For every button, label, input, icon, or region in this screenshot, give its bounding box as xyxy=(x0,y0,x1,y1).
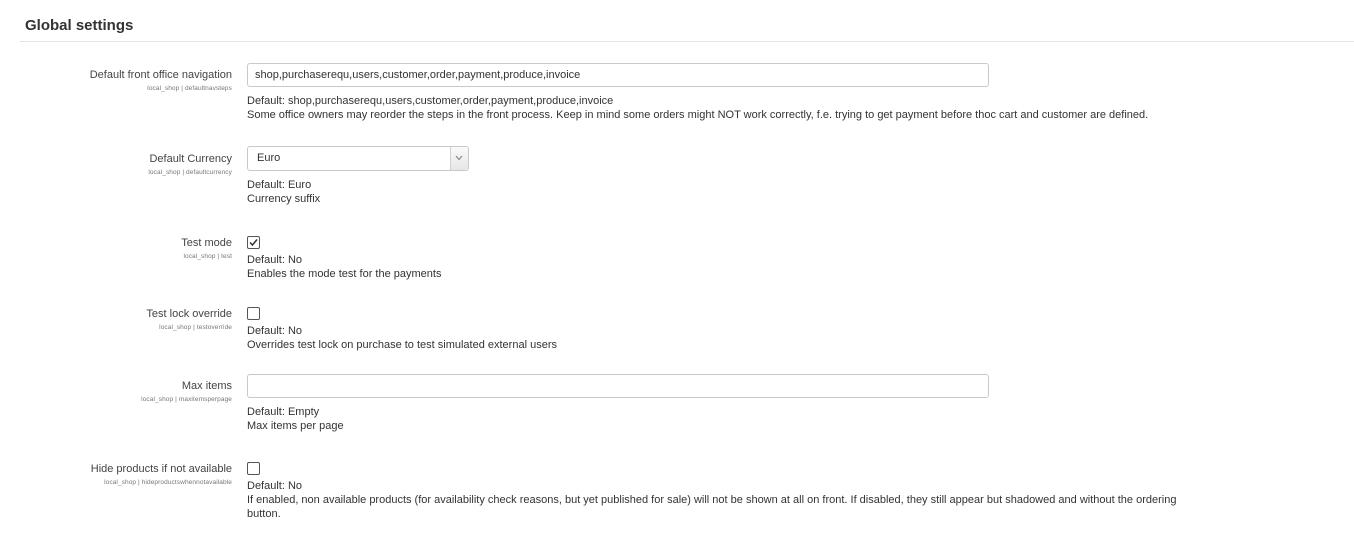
chevron-down-icon[interactable] xyxy=(450,147,468,170)
test-mode-checkbox[interactable] xyxy=(247,236,260,249)
setting-label: Test mode xyxy=(181,237,232,249)
setting-description: Enables the mode test for the payments xyxy=(247,268,442,280)
checkmark-icon xyxy=(249,239,258,247)
setting-key: local_shop | maxitemsperpage xyxy=(141,396,232,403)
setting-default: Default: shop,purchaserequ,users,custome… xyxy=(247,95,614,107)
setting-default: Default: No xyxy=(247,480,303,492)
setting-description: Overrides test lock on purchase to test … xyxy=(247,339,557,351)
section-title: Global settings xyxy=(25,17,134,34)
setting-label: Test lock override xyxy=(146,308,232,320)
setting-label: Default front office navigation xyxy=(89,69,232,81)
hide-products-checkbox[interactable] xyxy=(247,462,260,475)
section-divider xyxy=(20,41,1354,42)
global-settings-page: Global settings Default front office nav… xyxy=(0,0,1354,540)
setting-key: local_shop | hideproductswhennotavailabl… xyxy=(104,479,232,486)
setting-description: Max items per page xyxy=(247,420,344,432)
max-items-input[interactable] xyxy=(247,374,989,398)
setting-description: If enabled, non available products (for … xyxy=(247,494,1177,506)
setting-description: Some office owners may reorder the steps… xyxy=(247,109,1149,121)
default-currency-select[interactable]: Euro xyxy=(247,146,469,171)
setting-key: local_shop | testoverride xyxy=(159,324,232,331)
setting-default: Default: No xyxy=(247,254,303,266)
setting-label: Default Currency xyxy=(149,153,232,165)
setting-key: local_shop | defaultcurrency xyxy=(148,169,232,176)
setting-default: Default: Euro xyxy=(247,179,312,191)
setting-default: Default: Empty xyxy=(247,406,320,418)
setting-label: Hide products if not available xyxy=(90,463,232,475)
default-navigation-input[interactable] xyxy=(247,63,989,87)
test-lock-override-checkbox[interactable] xyxy=(247,307,260,320)
setting-key: local_shop | defaultnavsteps xyxy=(147,85,232,92)
setting-label: Max items xyxy=(181,380,232,392)
setting-description-continued: button. xyxy=(247,508,281,520)
setting-description: Currency suffix xyxy=(247,193,321,205)
setting-key: local_shop | test xyxy=(183,253,232,260)
select-value: Euro xyxy=(257,152,281,164)
setting-default: Default: No xyxy=(247,325,303,337)
